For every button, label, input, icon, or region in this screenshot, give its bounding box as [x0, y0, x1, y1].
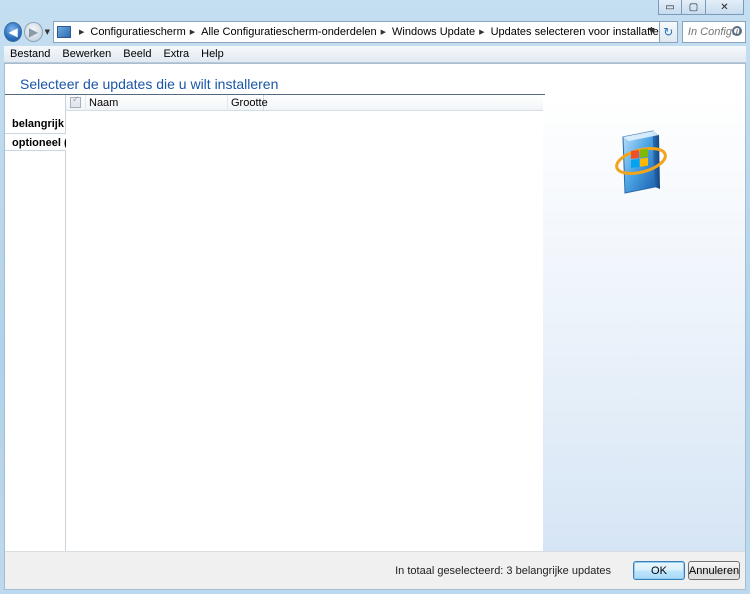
breadcrumb-separator-icon[interactable]: ▶ — [79, 28, 84, 36]
menu-beeld[interactable]: Beeld — [117, 48, 157, 60]
ok-button[interactable]: OK — [633, 561, 685, 580]
recent-pages-dropdown-icon[interactable]: ▼ — [45, 28, 50, 36]
minimize-button[interactable]: ▭ — [658, 0, 682, 15]
content-area: Selecteer de updates die u wilt installe… — [4, 63, 746, 590]
breadcrumb-item-alle-onderdelen[interactable]: Alle Configuratiescherm-onderdelen — [201, 26, 376, 38]
update-list[interactable]: Naam Grootte — [66, 94, 544, 551]
menu-extra[interactable]: Extra — [157, 48, 195, 60]
windows-update-logo-icon — [615, 130, 667, 194]
close-button[interactable]: ✕ — [706, 0, 744, 15]
back-button[interactable]: ◀ — [4, 22, 23, 42]
forward-button[interactable]: ▶ — [24, 22, 43, 42]
column-header-name[interactable]: Naam — [86, 94, 228, 111]
footer-bar: In totaal geselecteerd: 3 belangrijke up… — [5, 551, 745, 589]
breadcrumb-separator-icon[interactable]: ▶ — [479, 28, 484, 36]
search-icon[interactable] — [731, 26, 742, 36]
navigation-bar: ◀ ▶ ▼ ▶ Configuratiescherm ▶ Alle Config… — [4, 20, 746, 44]
column-header-row: Naam Grootte — [66, 94, 543, 111]
category-tab-optioneel[interactable]: optioneel (5) — [5, 133, 77, 151]
control-panel-icon — [56, 26, 71, 38]
column-header-size[interactable]: Grootte — [228, 94, 268, 111]
address-bar[interactable]: ▶ Configuratiescherm ▶ Alle Configuratie… — [52, 21, 660, 43]
breadcrumb-item-configuratiescherm[interactable]: Configuratiescherm — [90, 26, 185, 38]
refresh-button[interactable]: ↻ — [659, 21, 678, 43]
page-title: Selecteer de updates die u wilt installe… — [20, 76, 279, 92]
address-dropdown-icon[interactable]: ▼ — [649, 26, 655, 35]
menu-bar: Bestand Bewerken Beeld Extra Help — [4, 46, 746, 63]
breadcrumb-item-windows-update[interactable]: Windows Update — [392, 26, 475, 38]
caption-buttons: ▭ ▢ ✕ — [658, 0, 744, 16]
menu-bewerken[interactable]: Bewerken — [56, 48, 117, 60]
breadcrumb: ▶ Configuratiescherm ▶ Alle Configuratie… — [75, 26, 659, 38]
search-box[interactable] — [681, 21, 746, 43]
menu-bestand[interactable]: Bestand — [4, 48, 56, 60]
menu-help[interactable]: Help — [195, 48, 230, 60]
category-tab-belangrijk[interactable]: belangrijk (3) — [5, 115, 80, 133]
breadcrumb-separator-icon[interactable]: ▶ — [381, 28, 386, 36]
cancel-button[interactable]: Annuleren — [688, 561, 740, 580]
maximize-button[interactable]: ▢ — [682, 0, 706, 15]
details-pane — [543, 95, 745, 551]
select-all-checkbox[interactable] — [70, 95, 81, 108]
breadcrumb-item-updates-selecteren[interactable]: Updates selecteren voor installatie — [491, 26, 659, 38]
window-frame: ▭ ▢ ✕ ◀ ▶ ▼ ▶ Configuratiescherm ▶ Alle … — [0, 0, 750, 594]
selection-summary: In totaal geselecteerd: 3 belangrijke up… — [395, 565, 611, 577]
category-pane: belangrijk (3) optioneel (5) — [5, 95, 80, 551]
breadcrumb-separator-icon[interactable]: ▶ — [190, 28, 195, 36]
select-all-column[interactable] — [66, 94, 86, 111]
